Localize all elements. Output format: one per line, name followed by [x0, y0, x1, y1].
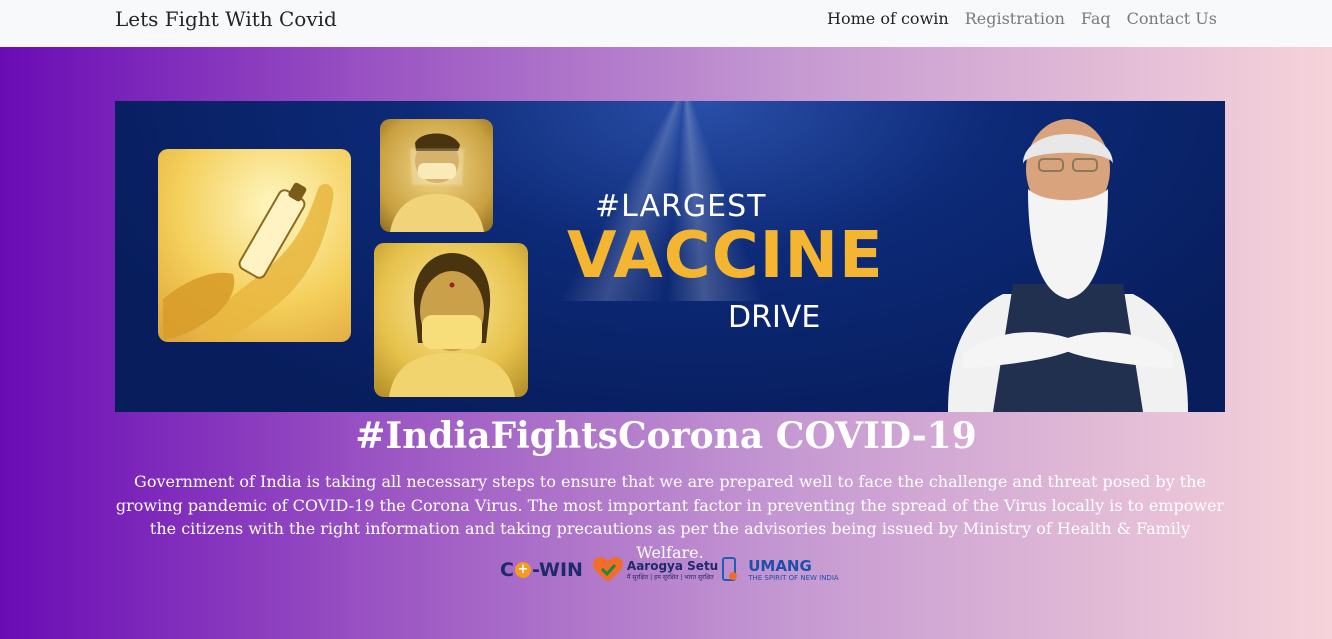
- umang-logo: UMANG THE SPIRIT OF NEW INDIA: [748, 558, 838, 582]
- umang-tagline: THE SPIRIT OF NEW INDIA: [748, 574, 839, 582]
- aarogya-setu-logo: Aarogya Setu मैं सुरक्षित | हम सुरक्षित …: [592, 557, 738, 583]
- masked-woman-photo: [374, 243, 528, 397]
- heart-icon: [592, 557, 623, 582]
- health-worker-photo: [380, 119, 493, 232]
- vaccine-drive-banner: #LARGEST VACCINE DRIVE: [115, 101, 1225, 412]
- phone-icon: [722, 557, 738, 581]
- umang-name: UMANG: [748, 557, 812, 575]
- aarogya-tagline: मैं सुरक्षित | हम सुरक्षित | भारत सुरक्ष…: [626, 574, 714, 581]
- hero-section: #LARGEST VACCINE DRIVE #IndiaFightsCoron…: [0, 47, 1332, 639]
- nav-links: Home of cowin Registration Faq Contact U…: [827, 9, 1217, 28]
- cowin-letter-c: C: [500, 559, 514, 581]
- nav-registration-link[interactable]: Registration: [965, 9, 1065, 28]
- brand-link[interactable]: Lets Fight With Covid: [115, 7, 337, 31]
- nav-contact-link[interactable]: Contact Us: [1127, 9, 1217, 28]
- navbar: Lets Fight With Covid Home of cowin Regi…: [0, 0, 1332, 47]
- nav-faq-link[interactable]: Faq: [1081, 9, 1111, 28]
- partner-logos: C + -WIN Aarogya Setu मैं सुरक्षित | हम सु…: [500, 554, 845, 586]
- cowin-plus-icon: +: [514, 562, 531, 578]
- page-headline: #IndiaFightsCorona COVID-19: [355, 415, 977, 457]
- leader-portrait: [948, 119, 1188, 412]
- covid-description: Government of India is taking all necess…: [115, 472, 1225, 562]
- cowin-win-text: -WIN: [531, 559, 583, 581]
- aarogya-name: Aarogya Setu: [626, 559, 719, 573]
- cowin-logo: C + -WIN: [500, 559, 583, 581]
- nav-home-link[interactable]: Home of cowin: [827, 9, 949, 28]
- slogan-vaccine: VACCINE: [567, 219, 884, 293]
- slogan-drive: DRIVE: [728, 300, 821, 335]
- vaccine-vial-photo: [158, 149, 351, 342]
- aarogya-text-group: Aarogya Setu मैं सुरक्षित | हम सुरक्षित …: [627, 559, 718, 581]
